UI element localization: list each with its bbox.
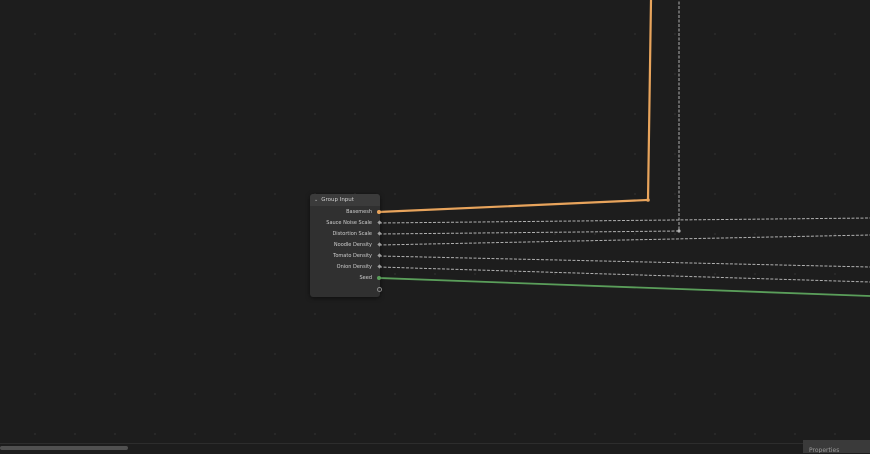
socket-label-distortion-scale: Distortion Scale [332,231,372,237]
socket-label-noodle-density: Noodle Density [333,242,372,248]
socket-basemesh[interactable] [377,210,381,214]
link-noodle-density [378,234,870,246]
socket-label-onion-density: Onion Density [336,264,372,270]
link-tomato-density [378,255,870,268]
socket-label-sauce-noise-scale: Sauce Noise Scale [326,220,372,226]
node-links [378,0,870,297]
socket-label-seed: Seed [359,275,373,281]
link-basemesh [378,0,653,214]
link-onion-density [378,266,870,283]
properties-tab[interactable]: Properties [803,440,870,453]
link-distortion-scale [378,0,680,235]
scrollbar-thumb[interactable] [0,446,128,450]
link-seed [378,277,870,297]
reroute-distortion-scale [677,229,681,233]
reroute-basemesh [646,198,650,202]
horizontal-scrollbar[interactable] [0,443,870,454]
chevron-down-icon[interactable]: ⌄ [314,197,318,203]
socket-label-basemesh: Basemesh [346,209,372,215]
socket-empty-extension[interactable] [377,287,382,292]
node-title: Group Input [321,197,354,203]
socket-label-tomato-density: Tomato Density [333,253,372,259]
node-editor-canvas[interactable]: ⌄ Group Input Basemesh Sauce Noise Scale… [0,0,870,453]
node-header[interactable]: ⌄ Group Input [310,194,380,206]
link-sauce-noise-scale [378,217,870,224]
socket-seed[interactable] [377,276,381,280]
